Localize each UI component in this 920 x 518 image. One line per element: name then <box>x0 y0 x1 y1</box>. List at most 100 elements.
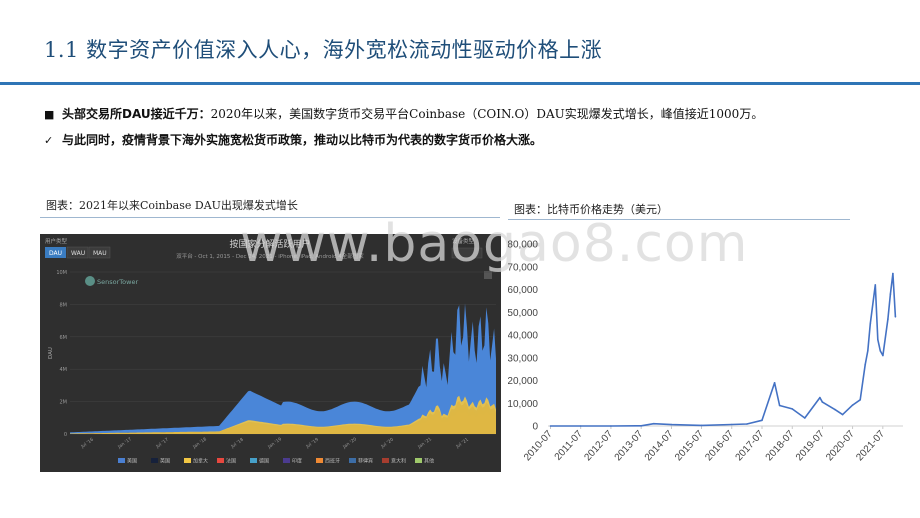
title-divider <box>0 82 920 85</box>
btc-data-point <box>778 404 781 407</box>
tab-mau[interactable]: MAU <box>93 250 107 257</box>
checkmark-icon: ✓ <box>44 134 54 147</box>
btc-x-tick: 2015-07 <box>673 428 706 463</box>
legend-label: 德国 <box>259 458 269 465</box>
btc-y-tick: 30,000 <box>508 353 538 364</box>
btc-y-tick: 70,000 <box>508 262 538 273</box>
btc-y-tick: 80,000 <box>508 240 538 251</box>
btc-data-point <box>549 425 552 427</box>
legend-label: 加拿大 <box>193 458 208 465</box>
legend-swatch <box>283 458 290 463</box>
bullet-policy-text: 与此同时，疫情背景下海外实施宽松货币政策，推动以比特币为代表的数字货币价格大涨。 <box>62 133 543 147</box>
btc-data-point <box>834 408 836 411</box>
user-type-label: 用户类型 <box>45 237 68 245</box>
btc-x-tick: 2016-07 <box>703 428 736 463</box>
btc-y-tick: 40,000 <box>508 331 538 342</box>
btc-x-tick: 2017-07 <box>734 428 767 463</box>
bullet-dau: ■ 头部交易所DAU接近千万：2020年以来，美国数字货币交易平台Coinbase… <box>44 105 763 122</box>
btc-x-tick: 2013-07 <box>613 428 646 463</box>
btc-data-point <box>887 318 889 320</box>
legend-swatch <box>316 458 323 463</box>
btc-y-tick: 60,000 <box>508 285 538 296</box>
btc-data-point <box>877 338 879 341</box>
btc-data-point <box>821 401 824 403</box>
btc-data-point <box>804 417 806 419</box>
legend-label: 其他 <box>424 458 434 465</box>
square-bullet-icon: ■ <box>44 108 55 121</box>
dau-y-tick: 4M <box>60 367 68 373</box>
tab-dau[interactable]: DAU <box>49 250 62 257</box>
btc-data-point <box>889 293 892 295</box>
figure1-caption: 图表：2021年以来Coinbase DAU出现爆发式增长 <box>46 199 298 212</box>
legend-label: 菲律宾 <box>358 458 373 465</box>
btc-data-point <box>864 363 866 366</box>
btc-data-point <box>894 316 897 318</box>
btc-data-point <box>640 425 642 427</box>
btc-data-point <box>652 422 655 425</box>
btc-data-point <box>874 284 877 286</box>
dau-y-tick: 6M <box>60 335 68 341</box>
btc-x-tick: 2012-07 <box>582 428 615 463</box>
dau-y-axis-label: DAU <box>48 347 54 359</box>
btc-data-point <box>773 382 776 384</box>
btc-y-tick: 10,000 <box>508 399 538 410</box>
tab-wau[interactable]: WAU <box>71 250 85 257</box>
dau-y-tick: 10M <box>56 270 67 276</box>
btc-data-point <box>879 350 882 352</box>
btc-y-tick: 50,000 <box>508 308 538 319</box>
btc-data-point <box>841 413 844 416</box>
btc-x-tick: 2020-07 <box>824 428 857 463</box>
legend-swatch <box>382 458 389 463</box>
btc-x-tick: 2014-07 <box>643 428 676 463</box>
btc-y-tick: 0 <box>532 422 538 433</box>
btc-x-axis: 2010-072011-072012-072013-072014-072015-… <box>522 426 887 463</box>
legend-swatch <box>184 458 191 463</box>
btc-x-tick: 2021-07 <box>854 428 887 463</box>
btc-x-tick: 2010-07 <box>522 428 555 463</box>
btc-y-axis: 0 10,000 20,000 30,000 40,000 50,000 60,000 70,… <box>508 240 538 433</box>
sensortower-logo-text: SensorTower <box>97 278 138 286</box>
bitcoin-price-chart: 0 10,000 20,000 30,000 40,000 50,000 60,000 70,… <box>508 240 903 463</box>
user-type-tabs: DAU WAU MAU <box>45 246 111 259</box>
legend-swatch <box>415 458 422 463</box>
btc-points <box>549 272 897 427</box>
btc-data-point <box>869 322 872 325</box>
btc-data-point <box>882 354 884 357</box>
legend-swatch <box>118 458 125 463</box>
legend-label: 意大利 <box>391 458 406 465</box>
btc-x-tick: 2019-07 <box>794 428 827 463</box>
page-title: 1.1 数字资产价值深入人心，海外宽松流动性驱动价格上涨 <box>44 38 603 62</box>
btc-data-point <box>579 425 582 427</box>
btc-data-point <box>819 396 821 399</box>
btc-data-point <box>791 408 793 410</box>
dau-y-tick: 8M <box>60 302 68 308</box>
btc-data-point <box>700 424 703 427</box>
legend-label: 美国 <box>127 458 137 465</box>
btc-y-tick: 20,000 <box>508 376 538 387</box>
btc-data-point <box>892 272 894 275</box>
btc-data-point <box>851 404 854 406</box>
btc-data-point <box>670 423 673 426</box>
bullet-dau-heading: 头部交易所DAU接近千万： <box>62 107 211 121</box>
btc-data-point <box>731 423 733 426</box>
btc-x-tick: 2011-07 <box>553 428 586 462</box>
legend-swatch <box>151 458 158 463</box>
legend-label: 英国 <box>160 458 170 465</box>
btc-data-point <box>867 350 869 352</box>
btc-data-point <box>746 423 748 425</box>
legend-label: 西班牙 <box>325 458 340 465</box>
legend-swatch <box>217 458 224 463</box>
btc-data-point <box>761 419 763 422</box>
btc-x-tick: 2018-07 <box>764 428 797 463</box>
dau-y-tick: 0 <box>64 432 67 438</box>
btc-price-line <box>550 272 897 427</box>
sensortower-logo-icon <box>85 276 95 286</box>
btc-data-point <box>610 425 612 427</box>
legend-label: 法国 <box>226 458 236 465</box>
dau-y-tick: 2M <box>60 400 68 406</box>
bullet-policy: ✓ 与此同时，疫情背景下海外实施宽松货币政策，推动以比特币为代表的数字货币价格大涨… <box>44 131 542 148</box>
legend-swatch <box>349 458 356 463</box>
legend-label: 印度 <box>292 458 302 465</box>
btc-data-point <box>859 399 861 401</box>
legend-swatch <box>250 458 257 463</box>
